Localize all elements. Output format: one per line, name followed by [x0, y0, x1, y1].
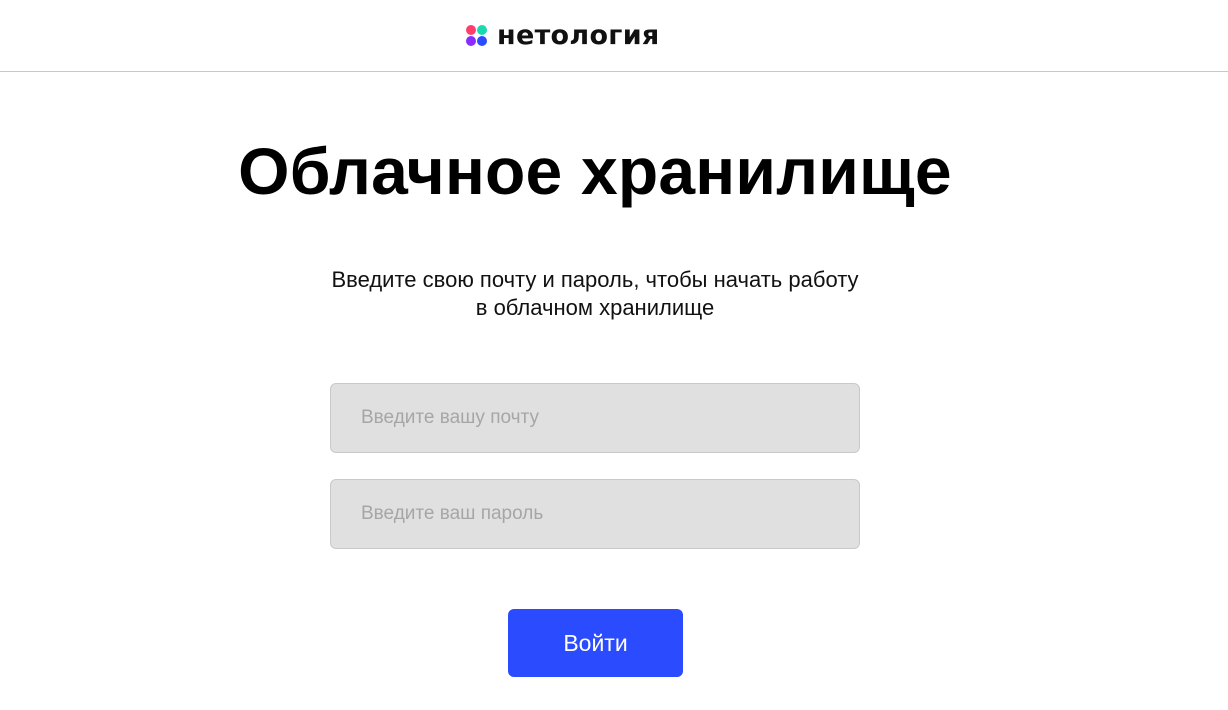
page-title: Облачное хранилище: [238, 134, 952, 208]
logo-dot-blue: [477, 36, 487, 46]
logo-icon: [466, 25, 488, 47]
login-button[interactable]: Войти: [508, 609, 683, 677]
password-field[interactable]: [330, 479, 860, 549]
logo-dot-purple: [466, 36, 476, 46]
logo-dot-teal: [477, 25, 487, 35]
logo-text: нетология: [497, 20, 660, 51]
site-header: нетология: [0, 0, 1228, 72]
netology-logo[interactable]: нетология: [466, 20, 660, 52]
page-subtitle: Введите свою почту и пароль, чтобы начат…: [331, 267, 859, 320]
email-field[interactable]: [330, 383, 860, 453]
logo-dot-pink: [466, 25, 476, 35]
